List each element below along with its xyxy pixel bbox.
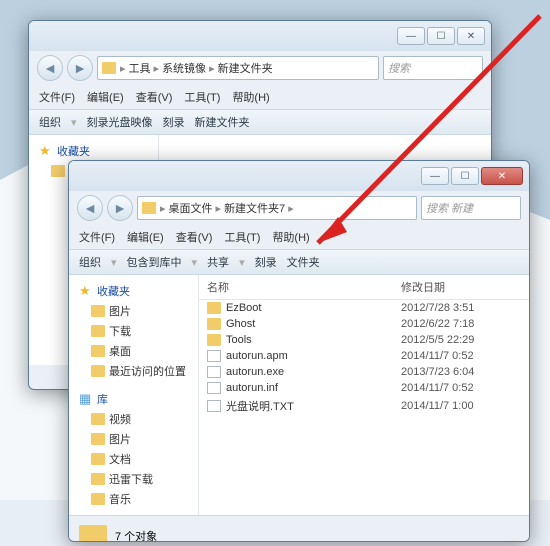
organize-button[interactable]: 组织 [39,114,61,130]
menu-edit[interactable]: 编辑(E) [127,229,164,245]
tree-item-music[interactable]: 音乐 [85,489,194,509]
address-bar[interactable]: ▸工具 ▸系统镜像 ▸新建文件夹 [97,56,379,80]
menu-view[interactable]: 查看(V) [176,229,213,245]
forward-button[interactable]: ► [67,55,93,81]
toolbar: 组织▾ 刻录光盘映像 刻录 新建文件夹 [29,109,491,135]
maximize-button[interactable]: ☐ [451,167,479,185]
status-text: 7 个对象 [115,528,157,543]
search-input[interactable]: 搜索 新建 [421,196,521,220]
file-row[interactable]: Ghost 2012/6/22 7:18 [199,316,529,332]
col-name: 名称 [207,279,401,295]
back-button[interactable]: ◄ [77,195,103,221]
file-name: autorun.apm [226,350,288,362]
file-icon [207,366,221,378]
file-name: EzBoot [226,302,261,314]
file-icon [207,400,221,412]
folder-button[interactable]: 文件夹 [287,254,320,270]
titlebar[interactable]: — ☐ ✕ [69,161,529,191]
file-row[interactable]: Tools 2012/5/5 22:29 [199,332,529,348]
file-name: 光盘说明.TXT [226,398,294,414]
folder-icon [207,318,221,330]
column-headers[interactable]: 名称 修改日期 [199,275,529,300]
file-icon [207,350,221,362]
nav-tree: ★收藏夹 图片 下载 桌面 最近访问的位置 ▦库 视频 图片 文档 迅雷下载 音… [69,275,199,515]
back-button[interactable]: ◄ [37,55,63,81]
menu-tools[interactable]: 工具(T) [184,89,220,105]
folder-icon [207,302,221,314]
menu-help[interactable]: 帮助(H) [272,229,309,245]
tree-favorites[interactable]: ★收藏夹 [33,141,154,161]
file-name: Ghost [226,318,255,330]
nav-row: ◄ ► ▸桌面文件 ▸新建文件夹7 ▸ 搜索 新建 [69,191,529,225]
menu-file[interactable]: 文件(F) [39,89,75,105]
file-row[interactable]: autorun.apm 2014/11/7 0:52 [199,348,529,364]
breadcrumb[interactable]: ▸工具 ▸系统镜像 ▸新建文件夹 [120,60,273,76]
burn-button[interactable]: 刻录 [255,254,277,270]
tree-item-downloads[interactable]: 下载 [85,321,194,341]
file-list[interactable]: 名称 修改日期 EzBoot 2012/7/28 3:51 Ghost 2012/6/… [199,275,529,515]
tree-libraries[interactable]: ▦库 [73,389,194,409]
menu-bar: 文件(F) 编辑(E) 查看(V) 工具(T) 帮助(H) [69,225,529,249]
file-row[interactable]: autorun.inf 2014/11/7 0:52 [199,380,529,396]
organize-button[interactable]: 组织 [79,254,101,270]
folder-icon [142,202,156,214]
file-date: 2014/11/7 1:00 [401,400,521,412]
file-row[interactable]: EzBoot 2012/7/28 3:51 [199,300,529,316]
file-name: autorun.inf [226,382,278,394]
toolbar: 组织▾ 包含到库中▾ 共享▾ 刻录 文件夹 [69,249,529,275]
file-date: 2012/6/22 7:18 [401,318,521,330]
tree-item-recent[interactable]: 最近访问的位置 [85,361,194,381]
file-row[interactable]: autorun.exe 2013/7/23 6:04 [199,364,529,380]
file-row[interactable]: 光盘说明.TXT 2014/11/7 1:00 [199,396,529,416]
tree-item-thunder[interactable]: 迅雷下载 [85,469,194,489]
tree-item-desktop[interactable]: 桌面 [85,341,194,361]
file-date: 2013/7/23 6:04 [401,366,521,378]
include-library-button[interactable]: 包含到库中 [127,254,182,270]
col-date: 修改日期 [401,279,521,295]
minimize-button[interactable]: — [421,167,449,185]
menu-tools[interactable]: 工具(T) [224,229,260,245]
folder-icon [79,525,107,543]
file-date: 2012/7/28 3:51 [401,302,521,314]
file-icon [207,382,221,394]
menu-edit[interactable]: 编辑(E) [87,89,124,105]
share-button[interactable]: 共享 [207,254,229,270]
file-name: Tools [226,334,252,346]
tree-favorites[interactable]: ★收藏夹 [73,281,194,301]
search-input[interactable]: 搜索 [383,56,483,80]
status-bar: 7 个对象 [69,515,529,542]
minimize-button[interactable]: — [397,27,425,45]
file-date: 2014/11/7 0:52 [401,382,521,394]
burn-button[interactable]: 刻录 [163,114,185,130]
menu-view[interactable]: 查看(V) [136,89,173,105]
titlebar[interactable]: — ☐ ✕ [29,21,491,51]
folder-icon [207,334,221,346]
menu-bar: 文件(F) 编辑(E) 查看(V) 工具(T) 帮助(H) [29,85,491,109]
file-date: 2014/11/7 0:52 [401,350,521,362]
menu-help[interactable]: 帮助(H) [232,89,269,105]
breadcrumb[interactable]: ▸桌面文件 ▸新建文件夹7 ▸ [160,200,294,216]
address-bar[interactable]: ▸桌面文件 ▸新建文件夹7 ▸ [137,196,417,220]
maximize-button[interactable]: ☐ [427,27,455,45]
close-button[interactable]: ✕ [481,167,523,185]
file-name: autorun.exe [226,366,284,378]
file-date: 2012/5/5 22:29 [401,334,521,346]
tree-item-videos[interactable]: 视频 [85,409,194,429]
tree-item-documents[interactable]: 文档 [85,449,194,469]
nav-row: ◄ ► ▸工具 ▸系统镜像 ▸新建文件夹 搜索 [29,51,491,85]
burn-image-button[interactable]: 刻录光盘映像 [87,114,153,130]
forward-button[interactable]: ► [107,195,133,221]
folder-icon [102,62,116,74]
tree-item-pictures[interactable]: 图片 [85,429,194,449]
explorer-window-front: — ☐ ✕ ◄ ► ▸桌面文件 ▸新建文件夹7 ▸ 搜索 新建 文件(F) 编辑… [68,160,530,542]
menu-file[interactable]: 文件(F) [79,229,115,245]
close-button[interactable]: ✕ [457,27,485,45]
tree-item-pictures[interactable]: 图片 [85,301,194,321]
new-folder-button[interactable]: 新建文件夹 [195,114,250,130]
